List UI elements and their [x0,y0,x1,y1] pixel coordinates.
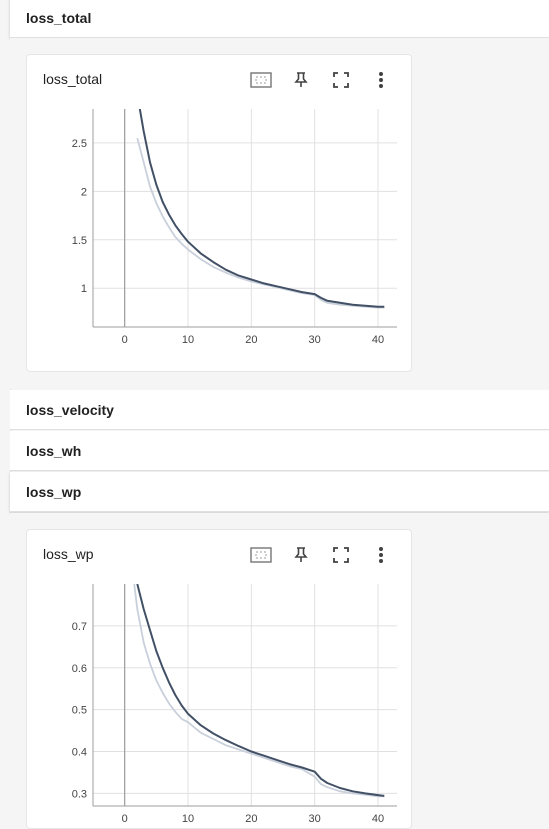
card-title: loss_total [43,71,103,87]
fullscreen-button[interactable] [323,542,359,568]
group-body-loss-total: loss_total 0 10 20 30 40 1 1.5 2 2.5 [10,38,549,389]
more-vert-icon [379,547,383,563]
pin-icon [294,72,308,87]
y-tick-label: 0.3 [72,788,87,800]
y-tick-label: 1 [81,283,87,295]
x-tick-label: 40 [372,813,384,825]
x-tick-label: 30 [309,334,321,346]
more-vert-icon [379,72,383,88]
fit-domain-button[interactable] [243,67,279,93]
group-title: loss_wp [26,483,82,500]
more-options-button[interactable] [363,542,399,568]
card-toolbar [243,67,399,93]
scalar-card: loss_wp 0 10 20 30 40 0.3 0.4 0.5 0.6 0.… [26,529,412,829]
fit-domain-icon [250,72,272,88]
fullscreen-icon [333,72,349,88]
group-header-loss-wh[interactable]: loss_wh [10,431,549,471]
card-toolbar [243,542,399,568]
x-tick-label: 10 [182,334,194,346]
group-title: loss_wh [26,442,82,459]
line-chart-loss-wp[interactable]: 0 10 20 30 40 0.3 0.4 0.5 0.6 0.7 [27,576,412,829]
smoothed-series-line [136,584,385,797]
fullscreen-icon [333,547,349,563]
y-tick-label: 0.6 [72,663,87,675]
y-tick-label: 2.5 [72,138,87,150]
y-tick-label: 0.7 [72,621,87,633]
pin-button[interactable] [283,67,319,93]
group-body-loss-wp: loss_wp 0 10 20 30 40 0.3 0.4 0.5 0.6 0.… [10,513,549,829]
group-header-loss-wp[interactable]: loss_wp [10,472,549,512]
card-title: loss_wp [43,546,94,562]
group-title: loss_total [26,9,92,26]
smoothed-series-line [138,109,385,308]
group-title: loss_velocity [26,401,114,418]
y-tick-label: 0.4 [72,747,87,759]
x-tick-label: 0 [122,334,128,346]
pin-icon [294,547,308,562]
group-header-loss-total[interactable]: loss_total [10,0,549,38]
fit-domain-icon [250,547,272,563]
fullscreen-button[interactable] [323,67,359,93]
y-tick-label: 0.5 [72,705,87,717]
x-tick-label: 40 [372,334,384,346]
group-header-loss-velocity[interactable]: loss_velocity [10,390,549,430]
x-tick-label: 10 [182,813,194,825]
y-tick-label: 1.5 [72,235,87,247]
pin-button[interactable] [283,542,319,568]
scalar-card: loss_total 0 10 20 30 40 1 1.5 2 2.5 [26,54,412,372]
more-options-button[interactable] [363,67,399,93]
line-chart-loss-total[interactable]: 0 10 20 30 40 1 1.5 2 2.5 [27,101,412,372]
x-tick-label: 30 [309,813,321,825]
x-tick-label: 20 [245,813,257,825]
fit-domain-button[interactable] [243,542,279,568]
raw-series-line [133,584,385,798]
x-tick-label: 0 [122,813,128,825]
y-tick-label: 2 [81,186,87,198]
x-tick-label: 20 [245,334,257,346]
